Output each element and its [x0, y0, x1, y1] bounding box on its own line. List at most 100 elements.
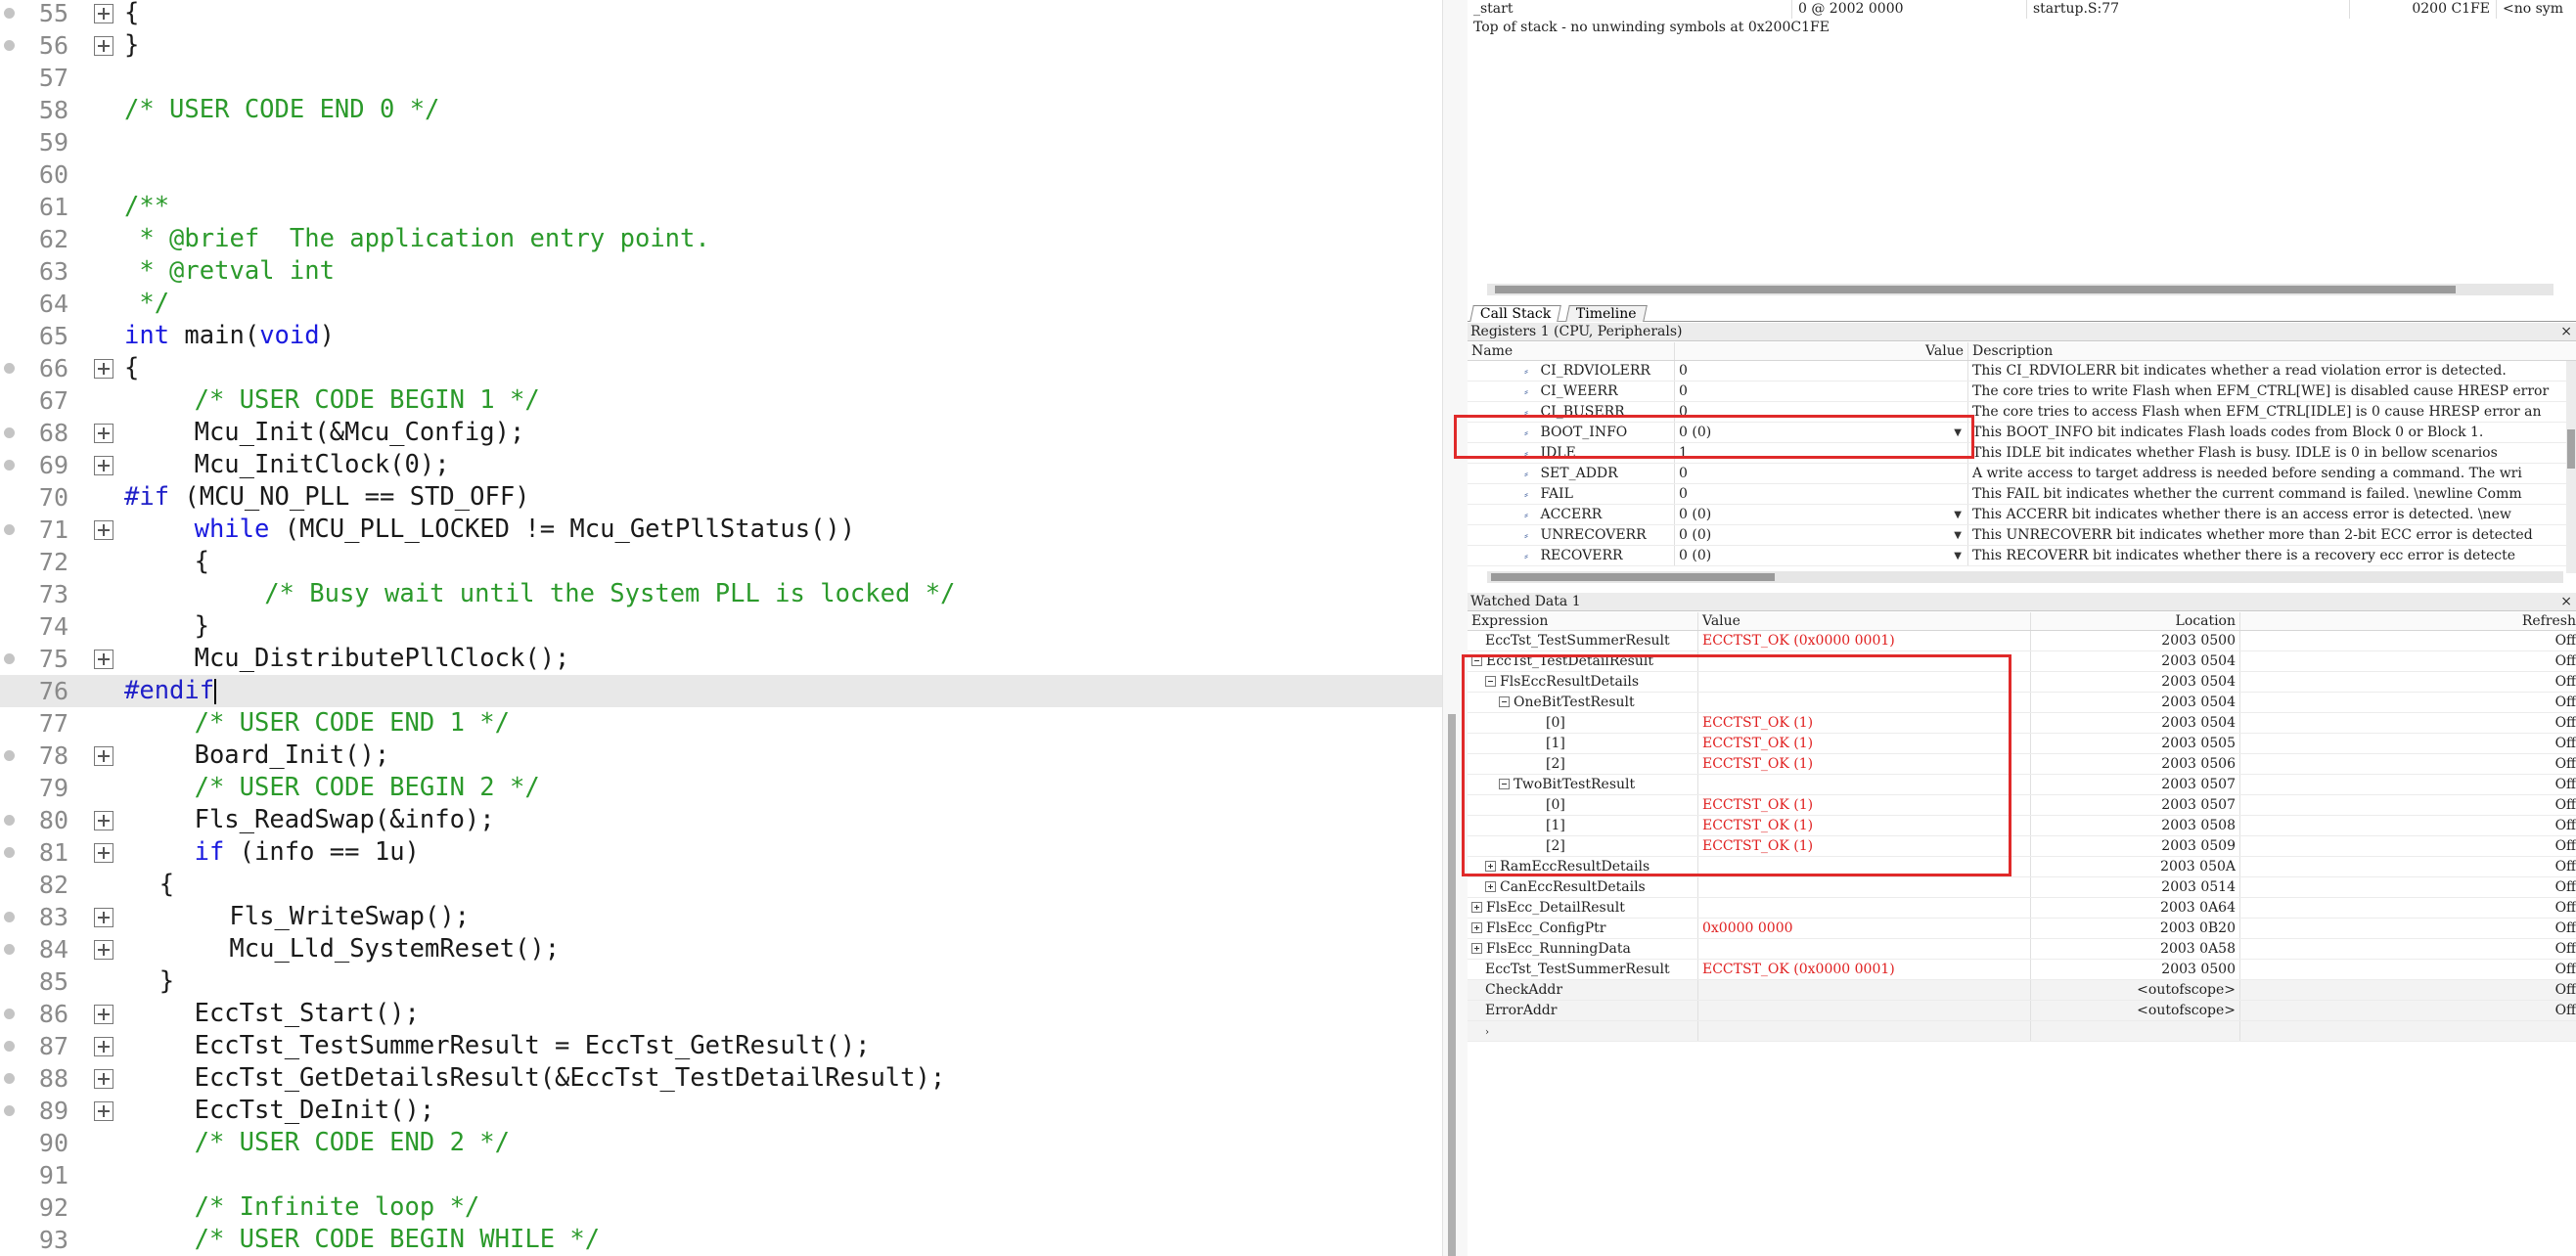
register-value[interactable]: 0 (0) ▼ — [1675, 423, 1968, 442]
code-text[interactable]: Fls_WriteSwap(); — [229, 901, 470, 933]
code-text[interactable]: /* USER CODE BEGIN WHILE */ — [195, 1224, 601, 1256]
call-stack-row[interactable]: _start 0 @ 2002 0000 startup.S:77 0200 C… — [1468, 0, 2576, 19]
code-line[interactable]: 64 */ — [0, 288, 1442, 320]
watch-row[interactable]: OneBitTestResult 2003 0504 Off — [1468, 693, 2576, 713]
code-line[interactable]: 76 #endif — [0, 675, 1442, 707]
register-row[interactable]: ⸗ BOOT_INFO 0 (0) ▼ This BOOT_INFO bit indi… — [1468, 423, 2576, 443]
code-line[interactable]: 61 /** — [0, 191, 1442, 223]
editor-vertical-scrollbar[interactable] — [1442, 0, 1468, 1256]
expand-plus-icon[interactable] — [1471, 943, 1482, 954]
watch-refresh[interactable]: Off — [2240, 651, 2576, 671]
code-text[interactable]: int main(void) — [124, 320, 335, 352]
expand-plus-icon[interactable] — [94, 424, 113, 443]
code-text[interactable]: EccTst_TestSummerResult = EccTst_GetResu… — [195, 1030, 871, 1062]
watch-value[interactable] — [1698, 775, 2031, 794]
expand-plus-icon[interactable] — [94, 908, 113, 927]
code-line[interactable]: 62 * @brief The application entry point. — [0, 223, 1442, 255]
watch-value[interactable] — [1698, 939, 2031, 959]
code-text[interactable]: /** — [124, 191, 169, 223]
register-value[interactable]: 0 — [1675, 484, 1968, 504]
code-line[interactable]: 56} — [0, 29, 1442, 62]
expand-plus-icon[interactable] — [1471, 902, 1482, 913]
code-line[interactable]: 66 { — [0, 352, 1442, 384]
breakpoint-marker-icon[interactable] — [4, 427, 15, 438]
expand-plus-icon[interactable] — [94, 4, 113, 23]
code-line[interactable]: 57 — [0, 62, 1442, 94]
code-line[interactable]: 68 Mcu_Init(&Mcu_Config); — [0, 417, 1442, 449]
watch-refresh[interactable] — [2240, 1021, 2576, 1041]
watch-refresh[interactable]: Off — [2240, 713, 2576, 733]
code-text[interactable]: /* USER CODE END 1 */ — [195, 707, 510, 740]
register-value[interactable]: 0 — [1675, 381, 1968, 401]
breakpoint-marker-icon[interactable] — [4, 40, 15, 51]
code-line[interactable]: 86 EccTst_Start(); — [0, 998, 1442, 1030]
watch-row[interactable]: TwoBitTestResult 2003 0507 Off — [1468, 775, 2576, 795]
register-value[interactable]: 1 — [1675, 443, 1968, 463]
code-line[interactable]: 74} — [0, 610, 1442, 643]
watch-value[interactable] — [1698, 651, 2031, 671]
watch-row[interactable]: RamEccResultDetails 2003 050A Off — [1468, 857, 2576, 877]
watch-value[interactable] — [1698, 877, 2031, 897]
code-text[interactable]: /* USER CODE END 2 */ — [195, 1127, 510, 1159]
watch-refresh[interactable]: Off — [2240, 836, 2576, 856]
watch-value[interactable]: ECCTST_OK (0x0000 0001) — [1698, 631, 2031, 650]
col-header-location[interactable]: Location — [2031, 612, 2240, 630]
code-line[interactable]: 75 Mcu_DistributePllClock(); — [0, 643, 1442, 675]
watch-row[interactable]: EccTst_TestSummerResult ECCTST_OK (0x0000… — [1468, 960, 2576, 980]
watch-refresh[interactable]: Off — [2240, 795, 2576, 815]
code-text[interactable]: Mcu_InitClock(0); — [195, 449, 450, 481]
code-line[interactable]: 93 /* USER CODE BEGIN WHILE */ — [0, 1224, 1442, 1256]
code-text[interactable]: { — [124, 0, 139, 29]
watch-value[interactable] — [1698, 898, 2031, 918]
breakpoint-marker-icon[interactable] — [4, 8, 15, 19]
code-text[interactable]: /* Busy wait until the System PLL is loc… — [264, 578, 955, 610]
expand-plus-icon[interactable] — [1485, 861, 1496, 872]
code-line[interactable]: 83 Fls_WriteSwap(); — [0, 901, 1442, 933]
code-line[interactable]: 89 EccTst_DeInit(); — [0, 1095, 1442, 1127]
breakpoint-marker-icon[interactable] — [4, 847, 15, 858]
expand-plus-icon[interactable] — [94, 746, 113, 766]
code-text[interactable]: } — [159, 965, 174, 998]
watch-value[interactable]: ECCTST_OK (1) — [1698, 795, 2031, 815]
register-value[interactable]: 0 (0) ▼ — [1675, 505, 1968, 524]
code-text[interactable]: * @brief The application entry point. — [124, 223, 709, 255]
code-line[interactable]: 87 EccTst_TestSummerResult = EccTst_GetRe… — [0, 1030, 1442, 1062]
scrollbar-thumb[interactable] — [1491, 573, 1775, 581]
tab-timeline[interactable]: Timeline — [1565, 305, 1648, 322]
register-row[interactable]: ⸗ SET_ADDR 0 A write access to target addr… — [1468, 464, 2576, 484]
watch-value[interactable]: ECCTST_OK (1) — [1698, 816, 2031, 835]
code-line[interactable]: 55 { — [0, 0, 1442, 29]
register-row[interactable]: ⸗ UNRECOVERR 0 (0) ▼ This UNRECOVERR bit in… — [1468, 525, 2576, 546]
watch-refresh[interactable]: Off — [2240, 1001, 2576, 1020]
breakpoint-marker-icon[interactable] — [4, 460, 15, 471]
code-text[interactable]: { — [124, 352, 139, 384]
register-row[interactable]: ⸗ IDLE 1 This IDLE bit indicates whether F… — [1468, 443, 2576, 464]
scrollbar-thumb[interactable] — [1448, 714, 1456, 1256]
code-line[interactable]: 91 — [0, 1159, 1442, 1191]
tab-call-stack[interactable]: Call Stack — [1469, 305, 1562, 322]
register-row[interactable]: ⸗ ACCERR 0 (0) ▼ This ACCERR bit indicates … — [1468, 505, 2576, 525]
code-text[interactable]: { — [159, 869, 174, 901]
code-text[interactable]: Mcu_DistributePllClock(); — [195, 643, 570, 675]
expand-plus-icon[interactable] — [1471, 922, 1482, 933]
register-row[interactable]: ⸗ CI_WEERR 0 The core tries to write Flash… — [1468, 381, 2576, 402]
code-line[interactable]: 80 Fls_ReadSwap(&info); — [0, 804, 1442, 836]
code-line[interactable]: 70 #if (MCU_NO_PLL == STD_OFF) — [0, 481, 1442, 514]
code-text[interactable]: */ — [124, 288, 169, 320]
col-header-value[interactable]: Value — [1675, 342, 1968, 360]
collapse-minus-icon[interactable] — [1499, 779, 1510, 789]
watch-refresh[interactable]: Off — [2240, 631, 2576, 650]
register-row[interactable]: ⸗ CI_BUSERR 0 The core tries to access Fla… — [1468, 402, 2576, 423]
code-text[interactable]: } — [124, 29, 139, 62]
code-text[interactable]: while (MCU_PLL_LOCKED != Mcu_GetPllStatu… — [195, 514, 856, 546]
code-text[interactable]: #if (MCU_NO_PLL == STD_OFF) — [124, 481, 530, 514]
register-value[interactable]: 0 — [1675, 464, 1968, 483]
code-line[interactable]: 73 /* Busy wait until the System PLL is l… — [0, 578, 1442, 610]
registers-hscrollbar[interactable] — [1487, 571, 2563, 583]
watch-value[interactable]: ECCTST_OK (1) — [1698, 754, 2031, 774]
code-line[interactable]: 71 while (MCU_PLL_LOCKED != Mcu_GetPllSta… — [0, 514, 1442, 546]
dropdown-arrow-icon[interactable]: ▼ — [1954, 505, 1962, 524]
code-line[interactable]: 84 Mcu_Lld_SystemReset(); — [0, 933, 1442, 965]
code-text[interactable]: Mcu_Init(&Mcu_Config); — [195, 417, 525, 449]
register-value[interactable]: 0 — [1675, 402, 1968, 422]
